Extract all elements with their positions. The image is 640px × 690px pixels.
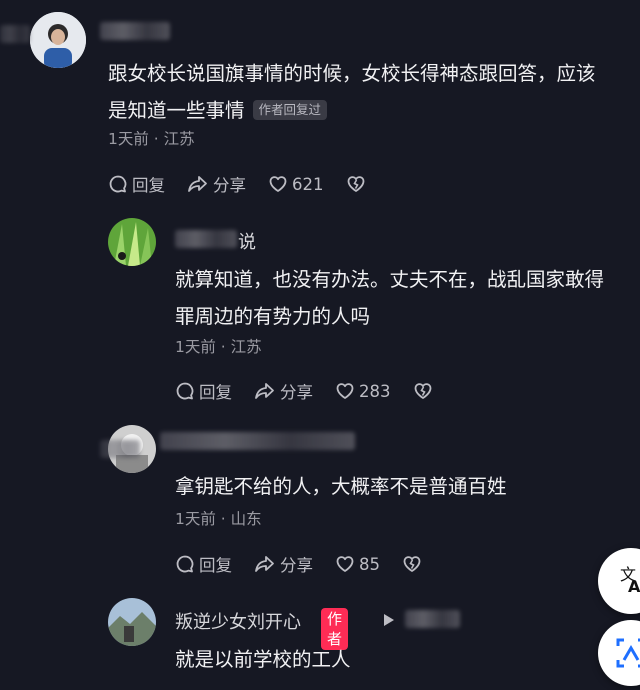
comment-text: 就是以前学校的工人 — [175, 648, 351, 671]
reply-button[interactable]: 回复 — [108, 172, 165, 196]
comment-text: 拿钥匙不给的人，大概率不是普通百姓 — [175, 475, 507, 498]
reply-target-blurred[interactable] — [405, 610, 460, 628]
avatar[interactable] — [108, 218, 156, 266]
reply-button[interactable]: 回复 — [175, 379, 232, 403]
like-button[interactable]: 85 — [335, 554, 380, 574]
like-button[interactable]: 621 — [268, 174, 324, 194]
translate-icon: 文 A — [620, 565, 640, 596]
broken-heart-icon — [414, 383, 431, 399]
like-button[interactable]: 283 — [335, 381, 391, 401]
dislike-button[interactable] — [413, 381, 437, 401]
avatar[interactable] — [30, 12, 86, 68]
broken-heart-icon — [403, 556, 421, 572]
share-arrow-icon — [255, 383, 274, 399]
comment-bubble-icon — [176, 555, 194, 573]
username-blurred[interactable] — [160, 432, 355, 450]
comment-actions: 回复 分享 621 — [108, 172, 392, 196]
comment-meta: 1天前 · 山东 — [175, 510, 262, 528]
share-button[interactable]: 分享 — [187, 172, 246, 196]
heart-icon — [269, 176, 287, 192]
avatar[interactable] — [108, 598, 156, 646]
comment-meta: 1天前 · 江苏 — [108, 130, 195, 148]
translate-button[interactable]: 文 A — [598, 548, 640, 614]
comment-actions: 回复 分享 85 — [175, 552, 448, 576]
username[interactable]: 叛逆少女刘开心 — [175, 608, 301, 634]
comment-text: 就算知道，也没有办法。丈夫不在，战乱国家敢得 罪周边的有势力的人吗 — [175, 268, 605, 328]
comment-meta: 1天前 · 江苏 — [175, 338, 262, 356]
broken-heart-icon — [347, 176, 364, 192]
comment-text: 跟女校长说国旗事情的时候，女校长得神态跟回答，应该 是知道一些事情 作者回复过 — [108, 62, 596, 122]
comment-actions: 回复 分享 283 — [175, 379, 459, 403]
username-partial[interactable]: 说 — [238, 228, 256, 254]
share-button[interactable]: 分享 — [254, 379, 313, 403]
username-blurred-left — [0, 25, 30, 43]
share-arrow-icon — [188, 176, 207, 192]
username-blurred-left — [100, 440, 140, 458]
comment-bubble-icon — [109, 175, 127, 193]
username-blurred[interactable] — [175, 230, 237, 248]
share-arrow-icon — [255, 556, 274, 572]
reply-button[interactable]: 回复 — [175, 552, 232, 576]
scan-button[interactable] — [598, 620, 640, 686]
play-triangle-icon — [384, 614, 394, 626]
author-replied-badge: 作者回复过 — [252, 100, 328, 120]
username-blurred[interactable] — [100, 22, 170, 40]
scan-icon — [616, 638, 640, 668]
heart-icon — [336, 556, 354, 572]
comment-bubble-icon — [176, 382, 194, 400]
dislike-button[interactable] — [346, 174, 370, 194]
svg-text:A: A — [628, 577, 640, 596]
dislike-button[interactable] — [402, 554, 426, 574]
heart-icon — [336, 383, 354, 399]
share-button[interactable]: 分享 — [254, 552, 313, 576]
